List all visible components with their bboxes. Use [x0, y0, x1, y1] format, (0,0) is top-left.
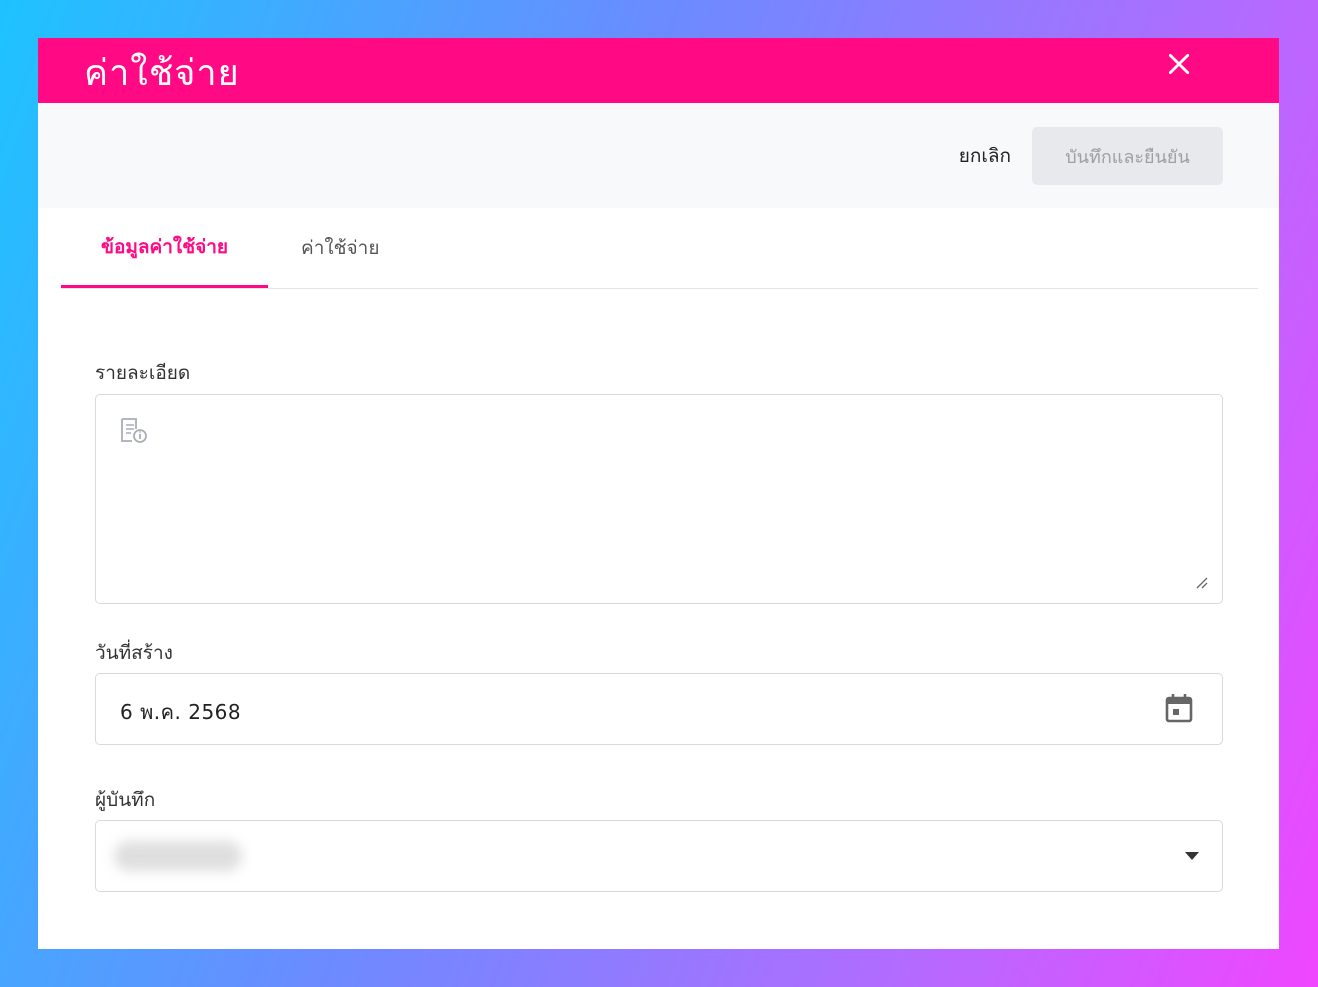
expense-modal: ค่าใช้จ่าย ยกเลิก บันทึกและยืนยัน ข้อมูล… — [38, 38, 1279, 949]
created-date-input[interactable]: 6 พ.ค. 2568 — [95, 673, 1223, 745]
resize-handle-icon[interactable] — [1194, 575, 1208, 589]
cancel-button[interactable]: ยกเลิก — [959, 141, 1011, 171]
tab-expenses[interactable]: ค่าใช้จ่าย — [301, 208, 380, 288]
close-icon — [1168, 53, 1190, 75]
created-date-label: วันที่สร้าง — [95, 642, 173, 664]
action-toolbar: ยกเลิก บันทึกและยืนยัน — [38, 103, 1279, 208]
modal-title: ค่าใช้จ่าย — [84, 53, 240, 94]
caret-down-icon[interactable] — [1184, 851, 1200, 861]
tab-expense-info[interactable]: ข้อมูลค่าใช้จ่าย — [61, 208, 268, 288]
tab-bar: ข้อมูลค่าใช้จ่าย ค่าใช้จ่าย — [61, 208, 1258, 289]
close-button[interactable] — [1161, 46, 1197, 82]
document-info-icon — [121, 418, 147, 443]
modal-header: ค่าใช้จ่าย — [38, 38, 1279, 103]
created-date-value: 6 พ.ค. 2568 — [120, 700, 242, 724]
calendar-icon[interactable] — [1164, 692, 1194, 724]
recorder-selected-value — [114, 841, 242, 871]
details-textarea[interactable] — [95, 394, 1223, 604]
save-confirm-button[interactable]: บันทึกและยืนยัน — [1032, 127, 1223, 185]
details-label: รายละเอียด — [95, 362, 191, 384]
recorder-label: ผู้บันทึก — [95, 789, 156, 811]
recorder-select[interactable] — [95, 820, 1223, 892]
